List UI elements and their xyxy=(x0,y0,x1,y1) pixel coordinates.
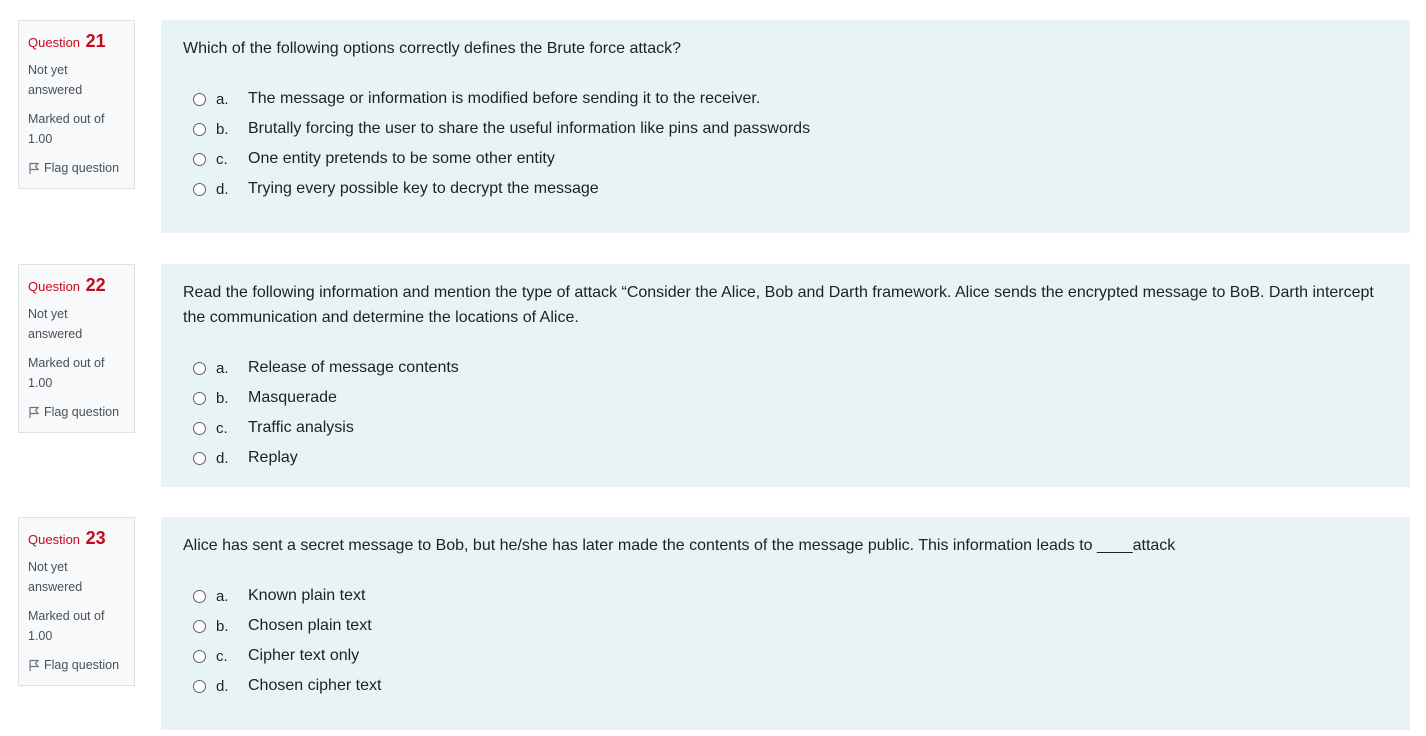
answer-options: a. Release of message contents b. Masquera… xyxy=(183,353,1388,473)
option-letter: d. xyxy=(216,677,229,695)
grade-line-2: 1.00 xyxy=(28,132,53,146)
flag-question-label: Flag question xyxy=(44,161,120,175)
answer-option-a[interactable]: a. Known plain text xyxy=(183,581,1388,611)
question-number-value: 21 xyxy=(85,31,106,51)
question-info-panel: Question 21 Not yet answered Marked out o… xyxy=(18,20,135,189)
option-letter: d. xyxy=(216,180,229,198)
question-content: Read the following information and menti… xyxy=(161,264,1410,487)
option-letter: c. xyxy=(216,419,228,437)
option-letter: a. xyxy=(216,359,229,377)
flag-question-button[interactable]: Flag question xyxy=(28,158,126,178)
question-number: Question 21 xyxy=(28,31,126,52)
flag-question-button[interactable]: Flag question xyxy=(28,402,126,422)
option-text: One entity pretends to be some other ent… xyxy=(248,150,555,167)
question-grade: Marked out of 1.00 xyxy=(28,606,126,646)
answer-option-d[interactable]: d. Chosen cipher text xyxy=(183,671,1388,701)
option-letter: a. xyxy=(216,90,229,108)
question-content: Alice has sent a secret message to Bob, … xyxy=(161,517,1410,730)
option-text: Chosen plain text xyxy=(248,617,372,634)
grade-line-2: 1.00 xyxy=(28,629,53,643)
option-text: Trying every possible key to decrypt the… xyxy=(248,180,599,197)
option-text: Release of message contents xyxy=(248,359,459,376)
option-text: Chosen cipher text xyxy=(248,677,382,694)
grade-line-1: Marked out of xyxy=(28,112,105,126)
option-text: Known plain text xyxy=(248,587,366,604)
radio-button[interactable] xyxy=(193,679,206,693)
question-grade: Marked out of 1.00 xyxy=(28,353,126,393)
option-letter: c. xyxy=(216,150,228,168)
option-text: Traffic analysis xyxy=(248,419,354,436)
option-letter: b. xyxy=(216,389,229,407)
question-number: Question 23 xyxy=(28,528,126,549)
radio-button[interactable] xyxy=(193,619,206,633)
answer-option-b[interactable]: b. Masquerade xyxy=(183,383,1388,413)
answer-option-b[interactable]: b. Chosen plain text xyxy=(183,611,1388,641)
flag-icon xyxy=(28,659,40,672)
grade-line-2: 1.00 xyxy=(28,376,53,390)
question-info-panel: Question 22 Not yet answered Marked out o… xyxy=(18,264,135,433)
radio-button[interactable] xyxy=(193,182,206,196)
radio-button[interactable] xyxy=(193,361,206,375)
question-label: Question xyxy=(28,532,81,547)
answer-option-a[interactable]: a. Release of message contents xyxy=(183,353,1388,383)
question-text: Alice has sent a secret message to Bob, … xyxy=(183,537,1176,554)
question-state: Not yet answered xyxy=(28,304,126,344)
option-text: Replay xyxy=(248,449,298,466)
option-text: The message or information is modified b… xyxy=(248,90,761,107)
question-number-value: 22 xyxy=(85,275,106,295)
flag-question-label: Flag question xyxy=(44,405,120,419)
state-line-2: answered xyxy=(28,580,83,594)
question-grade: Marked out of 1.00 xyxy=(28,109,126,149)
answer-option-d[interactable]: d. Replay xyxy=(183,443,1388,473)
answer-option-c[interactable]: c. One entity pretends to be some other e… xyxy=(183,144,1388,174)
question-text: Which of the following options correctly… xyxy=(183,40,682,57)
radio-button[interactable] xyxy=(193,589,206,603)
question-label: Question xyxy=(28,35,81,50)
question-text: Read the following information and menti… xyxy=(183,284,1374,326)
answer-options: a. Known plain text b. Chosen plain text c… xyxy=(183,581,1388,701)
state-line-1: Not yet xyxy=(28,63,68,77)
question-label: Question xyxy=(28,279,81,294)
radio-button[interactable] xyxy=(193,421,206,435)
radio-button[interactable] xyxy=(193,451,206,465)
flag-question-label: Flag question xyxy=(44,658,120,672)
radio-button[interactable] xyxy=(193,92,206,106)
option-text: Cipher text only xyxy=(248,647,360,664)
option-letter: b. xyxy=(216,617,229,635)
state-line-1: Not yet xyxy=(28,307,68,321)
option-letter: b. xyxy=(216,120,229,138)
question-content: Which of the following options correctly… xyxy=(161,20,1410,233)
answer-option-b[interactable]: b. Brutally forcing the user to share the… xyxy=(183,114,1388,144)
radio-button[interactable] xyxy=(193,649,206,663)
answer-options: a. The message or information is modified… xyxy=(183,84,1388,204)
flag-icon xyxy=(28,162,40,175)
radio-button[interactable] xyxy=(193,152,206,166)
flag-icon xyxy=(28,406,40,419)
flag-question-button[interactable]: Flag question xyxy=(28,655,126,675)
option-letter: a. xyxy=(216,587,229,605)
option-letter: c. xyxy=(216,647,228,665)
answer-option-c[interactable]: c. Traffic analysis xyxy=(183,413,1388,443)
option-text: Brutally forcing the user to share the u… xyxy=(248,120,811,137)
state-line-1: Not yet xyxy=(28,560,68,574)
state-line-2: answered xyxy=(28,327,83,341)
question-state: Not yet answered xyxy=(28,557,126,597)
grade-line-1: Marked out of xyxy=(28,356,105,370)
answer-option-c[interactable]: c. Cipher text only xyxy=(183,641,1388,671)
answer-option-d[interactable]: d. Trying every possible key to decrypt t… xyxy=(183,174,1388,204)
question-number-value: 23 xyxy=(85,528,106,548)
radio-button[interactable] xyxy=(193,122,206,136)
option-letter: d. xyxy=(216,449,229,467)
question-state: Not yet answered xyxy=(28,60,126,100)
option-text: Masquerade xyxy=(248,389,337,406)
question-number: Question 22 xyxy=(28,275,126,296)
grade-line-1: Marked out of xyxy=(28,609,105,623)
answer-option-a[interactable]: a. The message or information is modified… xyxy=(183,84,1388,114)
state-line-2: answered xyxy=(28,83,83,97)
question-info-panel: Question 23 Not yet answered Marked out o… xyxy=(18,517,135,686)
radio-button[interactable] xyxy=(193,391,206,405)
